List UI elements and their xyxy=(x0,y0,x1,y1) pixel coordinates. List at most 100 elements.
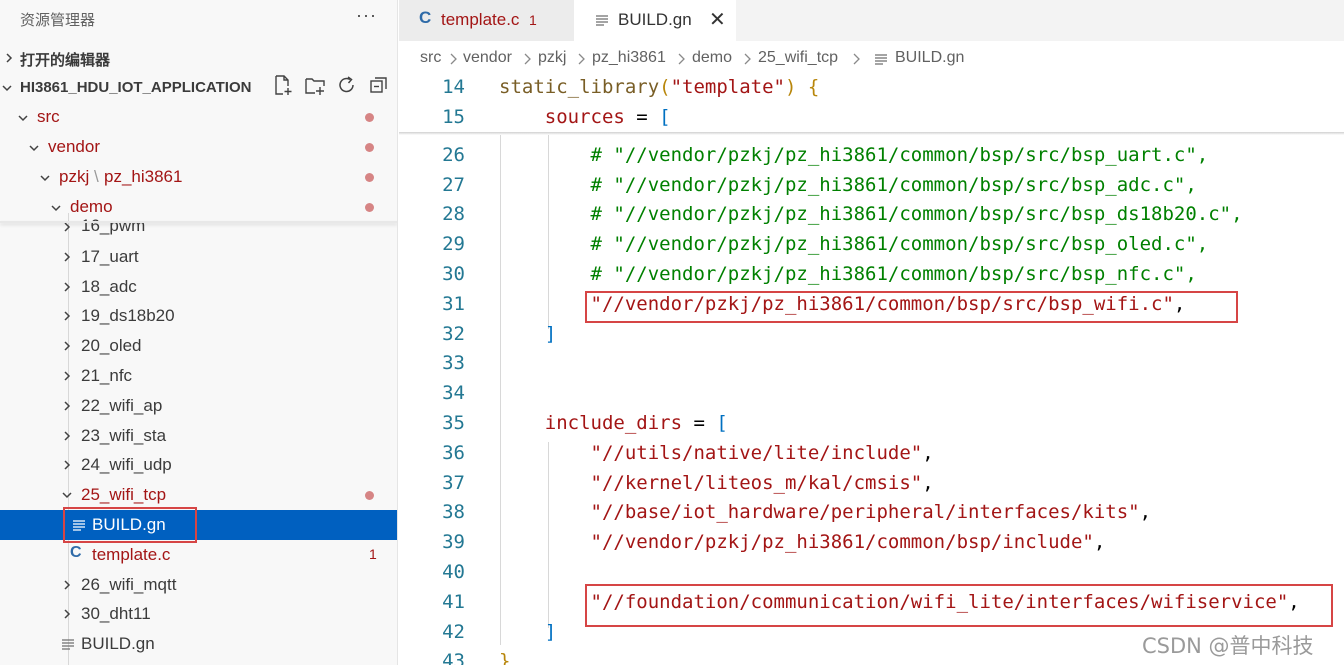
modified-dot xyxy=(365,203,374,212)
chevron-right-icon xyxy=(64,341,71,351)
code-line-31: "//vendor/pzkj/pz_hi3861/common/bsp/src/… xyxy=(590,293,1186,315)
breadcrumb-item[interactable]: src xyxy=(420,49,441,67)
tree-folder-20-oled[interactable]: 20_oled xyxy=(0,331,397,361)
line-number: 27 xyxy=(442,174,465,196)
watermark: CSDN @普中科技 xyxy=(1142,634,1314,658)
code-token: sources xyxy=(544,106,625,128)
code-token: "//foundation/communication/wifi_lite/in… xyxy=(590,591,1289,613)
code-token: "//kernel/liteos_m/kal/cmsis" xyxy=(590,472,923,494)
code-editor[interactable]: 14 15 26 27 28 29 30 31 32 33 34 35 36 3… xyxy=(399,74,1344,665)
tree-folder-18-adc[interactable]: 18_adc xyxy=(0,272,397,302)
tree-label: 21_nfc xyxy=(81,366,133,385)
demo-children: 16_pwm 17_uart 18_adc 19_ds18b20 20_oled… xyxy=(0,213,397,665)
tree-folder-19-ds18b20[interactable]: 19_ds18b20 xyxy=(0,301,397,331)
line-number: 39 xyxy=(442,531,465,553)
tree-folder-pzkj-pz-hi3861[interactable]: pzkj \ pz_hi3861 xyxy=(0,162,397,192)
tree-file-root-build-gn[interactable]: BUILD.gn xyxy=(0,629,397,659)
tree-label: BUILD.gn xyxy=(92,515,166,534)
breadcrumb-item[interactable]: pz_hi3861 xyxy=(592,49,666,67)
code-token: "//utils/native/lite/include" xyxy=(590,442,923,464)
new-folder-icon[interactable] xyxy=(304,74,326,96)
problem-count-badge: 1 xyxy=(369,546,377,562)
refresh-icon[interactable] xyxy=(336,74,358,96)
chevron-right-icon xyxy=(744,53,751,65)
tree-file-template-c[interactable]: C template.c 1 xyxy=(0,540,397,570)
tree-label: template.c xyxy=(92,545,171,564)
breadcrumb-item[interactable]: pzkj xyxy=(538,49,566,67)
line-number: 29 xyxy=(442,233,465,255)
tree-label: 26_wifi_mqtt xyxy=(81,575,177,594)
tree-folder-16-pwm[interactable]: 16_pwm xyxy=(0,213,397,243)
code-comment: # "//vendor/pzkj/pz_hi3861/common/bsp/sr… xyxy=(590,144,1209,166)
workspace-label: HI3861_HDU_IOT_APPLICATION xyxy=(20,79,252,96)
tree-file-build-gn-selected[interactable]: BUILD.gn xyxy=(0,510,397,540)
breadcrumb-item[interactable]: BUILD.gn xyxy=(895,49,964,67)
close-icon[interactable]: ✕ xyxy=(709,7,726,32)
code-line-28: # "//vendor/pzkj/pz_hi3861/common/bsp/sr… xyxy=(499,203,1243,225)
chevron-right-icon xyxy=(578,53,585,65)
line-number: 15 xyxy=(442,106,465,128)
file-lines-icon xyxy=(73,520,85,531)
tree-label: 20_oled xyxy=(81,336,142,355)
tree-folder-17-uart[interactable]: 17_uart xyxy=(0,242,397,272)
line-number: 38 xyxy=(442,501,465,523)
tree-folder-vendor[interactable]: vendor xyxy=(0,132,397,162)
breadcrumb-item[interactable]: 25_wifi_tcp xyxy=(758,49,838,67)
code-token: "//vendor/pzkj/pz_hi3861/common/bsp/incl… xyxy=(590,531,1094,553)
tree-folder-23-wifi-sta[interactable]: 23_wifi_sta xyxy=(0,421,397,451)
line-number: 35 xyxy=(442,412,465,434)
modified-dot xyxy=(365,143,374,152)
tree-folder-25-wifi-tcp[interactable]: 25_wifi_tcp xyxy=(0,480,397,510)
tree-label: 25_wifi_tcp xyxy=(81,485,167,504)
code-line-15: sources = [ xyxy=(544,106,671,128)
chevron-right-icon xyxy=(64,401,71,411)
line-number: 28 xyxy=(442,203,465,225)
tree-folder-22-wifi-ap[interactable]: 22_wifi_ap xyxy=(0,391,397,421)
tree-folder-24-wifi-udp[interactable]: 24_wifi_udp xyxy=(0,450,397,480)
code-comment: # "//vendor/pzkj/pz_hi3861/common/bsp/sr… xyxy=(590,233,1209,255)
code-token: static_library xyxy=(499,76,660,98)
chevron-right-icon xyxy=(524,53,531,65)
code-comment: # "//vendor/pzkj/pz_hi3861/common/bsp/sr… xyxy=(590,263,1197,285)
chevron-right-icon xyxy=(853,53,860,65)
workspace-section[interactable]: HI3861_HDU_IOT_APPLICATION xyxy=(0,72,397,102)
code-comment: # "//vendor/pzkj/pz_hi3861/common/bsp/sr… xyxy=(590,203,1243,225)
line-number: 43 xyxy=(442,650,465,665)
explorer-header: 资源管理器 ··· xyxy=(0,0,397,38)
tree-label: 16_pwm xyxy=(81,216,146,235)
chevron-right-icon xyxy=(64,371,71,381)
collapse-all-icon[interactable] xyxy=(368,74,390,96)
tab-label: BUILD.gn xyxy=(618,10,692,29)
tree-label: 24_wifi_udp xyxy=(81,455,172,474)
tree-folder-src[interactable]: src xyxy=(0,102,397,132)
line-number: 41 xyxy=(442,591,465,613)
problem-count-badge: 1 xyxy=(529,12,537,28)
tree-label: vendor xyxy=(48,137,100,156)
breadcrumb-item[interactable]: demo xyxy=(692,49,732,67)
more-actions-icon[interactable]: ··· xyxy=(356,5,377,26)
tree-label: 23_wifi_sta xyxy=(81,426,167,445)
tree-folder-30-dht11[interactable]: 30_dht11 xyxy=(0,599,397,629)
modified-dot xyxy=(365,113,374,122)
breadcrumb-item[interactable]: vendor xyxy=(463,49,512,67)
chevron-right-icon xyxy=(64,609,71,619)
tree-label: BUILD.gn xyxy=(81,634,155,653)
open-editors-section[interactable]: 打开的编辑器 xyxy=(0,42,397,72)
tree-label: 22_wifi_ap xyxy=(81,396,163,415)
open-editors-label: 打开的编辑器 xyxy=(20,52,111,69)
tree-folder-26-wifi-mqtt[interactable]: 26_wifi_mqtt xyxy=(0,570,397,600)
tree-folder-21-nfc[interactable]: 21_nfc xyxy=(0,361,397,391)
code-line-35: include_dirs = [ xyxy=(544,412,728,434)
explorer-title: 资源管理器 xyxy=(20,12,96,29)
tree-label: 17_uart xyxy=(81,247,139,266)
tab-build-gn[interactable]: BUILD.gn ✕ xyxy=(574,0,736,41)
line-number: 42 xyxy=(442,621,465,643)
file-lines-icon xyxy=(62,639,74,650)
code-line-14: static_library("template") { xyxy=(499,76,820,98)
new-file-icon[interactable] xyxy=(272,74,294,96)
tree-label: pz_hi3861 xyxy=(104,167,183,186)
chevron-down-icon xyxy=(62,492,72,499)
code-token: "//vendor/pzkj/pz_hi3861/common/bsp/src/… xyxy=(590,293,1174,315)
tab-template-c[interactable]: C template.c 1 xyxy=(399,0,574,41)
chevron-right-icon xyxy=(64,252,71,262)
